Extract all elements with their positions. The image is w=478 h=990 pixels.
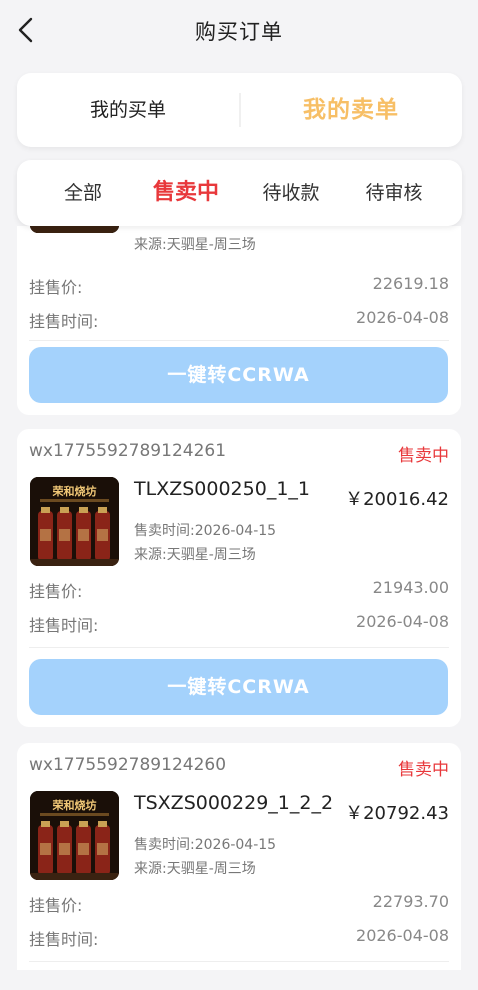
liquor-bottles-image: 荣和烧坊 xyxy=(30,791,119,880)
divider xyxy=(29,961,449,962)
list-time-label: 挂售时间: xyxy=(29,930,99,949)
divider xyxy=(29,647,449,648)
list-price-value: 21943.00 xyxy=(372,578,449,597)
product-price: ￥20792.43 xyxy=(345,803,449,824)
list-time-value: 2026-04-08 xyxy=(356,308,449,327)
product-name: TSXZS000229_1_2_2 xyxy=(134,792,334,814)
my-sell-orders-tab[interactable]: 我的卖单 xyxy=(240,73,462,147)
list-price-value: 22619.18 xyxy=(372,274,449,293)
source-text: 来源:天驷星-周三场 xyxy=(134,861,256,877)
source-text: 来源:天驷星-周三场 xyxy=(134,237,256,253)
sale-time-text: 售卖时间:2026-04-15 xyxy=(134,837,277,853)
status-badge: 售卖中 xyxy=(398,446,449,466)
sale-time-text: 售卖时间:2026-04-15 xyxy=(134,523,277,539)
thumb-brand: 荣和烧坊 xyxy=(52,484,97,498)
my-buy-orders-tab[interactable]: 我的买单 xyxy=(17,73,239,147)
status-badge: 售卖中 xyxy=(398,760,449,780)
tab-all[interactable]: 全部 xyxy=(45,160,121,226)
product-thumbnail: 荣和烧坊 xyxy=(30,791,119,880)
order-id: wx1775592789124261 xyxy=(29,441,227,461)
convert-ccrwa-button[interactable]: 一键转CCRWA xyxy=(29,659,448,715)
product-price: ￥20016.42 xyxy=(345,489,449,510)
list-price-label: 挂售价: xyxy=(29,582,83,601)
order-card: 来源:天驷星-周三场 挂售价: 22619.18 挂售时间: 2026-04-0… xyxy=(17,226,461,415)
liquor-bottles-image: 荣和烧坊 xyxy=(30,477,119,566)
tab-pending-review[interactable]: 待审核 xyxy=(354,160,434,226)
order-card: wx1775592789124261 售卖中 荣和烧坊 TLXZS000250_… xyxy=(17,429,461,727)
order-card: wx1775592789124260 售卖中 荣和烧坊 TSXZS000229_… xyxy=(17,743,461,970)
product-thumbnail: 荣和烧坊 xyxy=(30,477,119,566)
order-type-switcher: 我的买单 我的卖单 xyxy=(17,73,462,147)
source-text: 来源:天驷星-周三场 xyxy=(134,547,256,563)
list-time-label: 挂售时间: xyxy=(29,616,99,635)
product-name: TLXZS000250_1_1 xyxy=(134,478,310,500)
tab-awaiting-payment[interactable]: 待收款 xyxy=(251,160,331,226)
convert-ccrwa-button[interactable]: 一键转CCRWA xyxy=(29,347,448,403)
status-tabs: 全部 售卖中 待收款 待审核 xyxy=(17,160,462,226)
list-price-value: 22793.70 xyxy=(372,892,449,911)
tab-selling[interactable]: 售卖中 xyxy=(143,160,229,226)
liquor-bottles-image xyxy=(30,226,119,233)
list-price-label: 挂售价: xyxy=(29,896,83,915)
list-time-value: 2026-04-08 xyxy=(356,612,449,631)
order-id: wx1775592789124260 xyxy=(29,755,227,775)
divider xyxy=(29,340,449,341)
thumb-brand: 荣和烧坊 xyxy=(52,798,97,812)
product-thumbnail xyxy=(30,226,119,233)
list-time-label: 挂售时间: xyxy=(29,312,99,331)
order-list[interactable]: 来源:天驷星-周三场 挂售价: 22619.18 挂售时间: 2026-04-0… xyxy=(0,226,478,970)
list-price-label: 挂售价: xyxy=(29,278,83,297)
list-time-value: 2026-04-08 xyxy=(356,926,449,945)
page-title: 购买订单 xyxy=(195,20,283,44)
top-bar: 购买订单 xyxy=(0,0,478,62)
